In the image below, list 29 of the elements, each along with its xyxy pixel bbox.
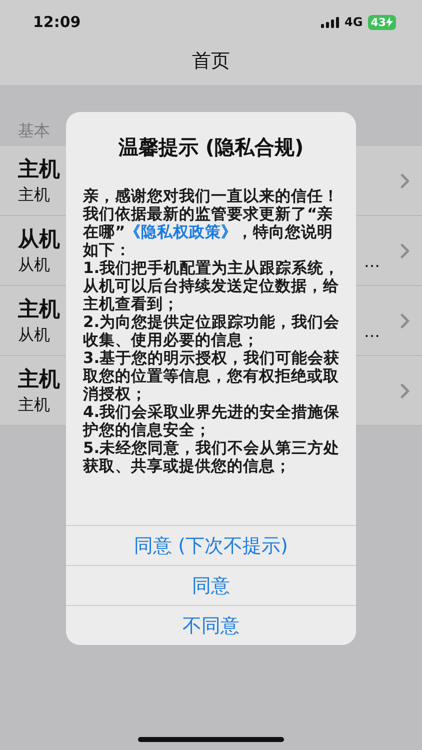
chevron-icon: [400, 172, 410, 188]
dialog-title: 温馨提示 (隐私合规): [117, 134, 305, 161]
dialog-message: 1.我们把手机配置为主从跟踪系统，从机可以后台持续发送定位数据，给主机查看到；: [83, 259, 340, 313]
network-label: 4G: [344, 15, 363, 29]
row-title: 主机: [18, 156, 61, 183]
dialog-message: 2.为向您提供定位跟踪功能，我们会收集、使用必要的信息；: [83, 313, 340, 349]
dialog-message: 5.未经您同意，我们不会从第三方处获取、共享或提供您的信息；: [83, 439, 340, 475]
chevron-icon: [400, 242, 410, 258]
dialog-message: 亲，感谢您对我们一直以来的信任！我们依据最新的监管要求更新了“亲在哪”《隐私权政策》，特向您说明如下：: [83, 187, 340, 259]
signal-icon: [321, 16, 340, 28]
privacy-policy-link[interactable]: 《隐私权政策》: [125, 223, 238, 241]
row-title: 主机: [18, 366, 61, 393]
row-title: 从机: [18, 226, 61, 253]
row-subtitle: 主机: [18, 185, 51, 206]
row-subtitle: …: [364, 252, 380, 271]
section-header: 基本: [18, 121, 50, 140]
row-title: 主机: [18, 296, 61, 323]
row-subtitle: 从机: [18, 325, 51, 346]
nav-title: 首页: [192, 49, 230, 74]
row-subtitle: 主机: [18, 395, 51, 416]
dialog-button[interactable]: 不同意: [66, 605, 356, 645]
status-time: 12:09: [33, 13, 81, 31]
battery-indicator: 43: [368, 14, 396, 30]
dialog-message: 3.基于您的明示授权，我们可能会获取您的位置等信息，您有权拒绝或取消授权；: [83, 349, 340, 403]
row-subtitle: …: [364, 322, 380, 341]
row-subtitle: 从机: [18, 255, 51, 276]
chevron-icon: [400, 312, 410, 328]
dialog-message: 4.我们会采取业界先进的安全措施保护您的信息安全；: [83, 403, 340, 439]
chevron-icon: [400, 382, 410, 398]
